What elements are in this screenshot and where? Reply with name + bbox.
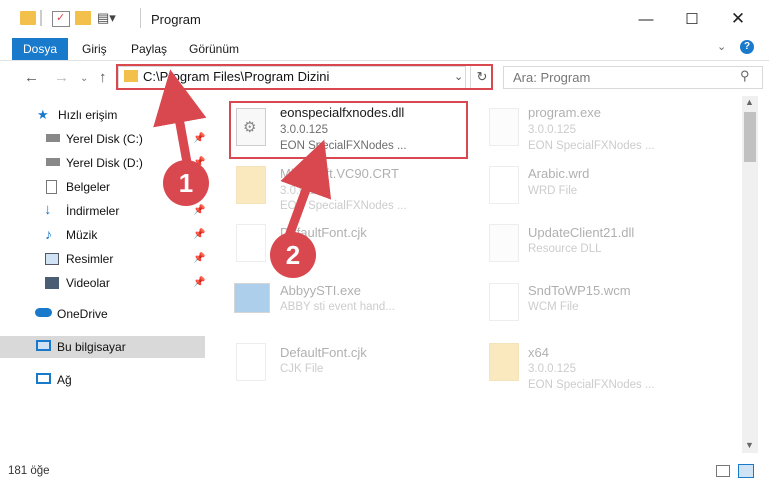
arrow-1 [153, 69, 207, 169]
scrollbar-thumb[interactable] [744, 112, 756, 162]
annotation-arrows [153, 69, 332, 238]
item-count: 181 öğe [8, 465, 50, 477]
scroll-down-icon[interactable]: ▼ [745, 440, 754, 450]
scroll-up-icon[interactable]: ▲ [745, 97, 754, 107]
step-badge-1: 1 [163, 160, 209, 206]
step-badge-2: 2 [270, 232, 316, 278]
details-view-icon[interactable] [716, 465, 730, 477]
arrow-2 [280, 139, 332, 238]
status-bar [0, 455, 769, 501]
tiles-view-icon[interactable] [738, 464, 754, 478]
